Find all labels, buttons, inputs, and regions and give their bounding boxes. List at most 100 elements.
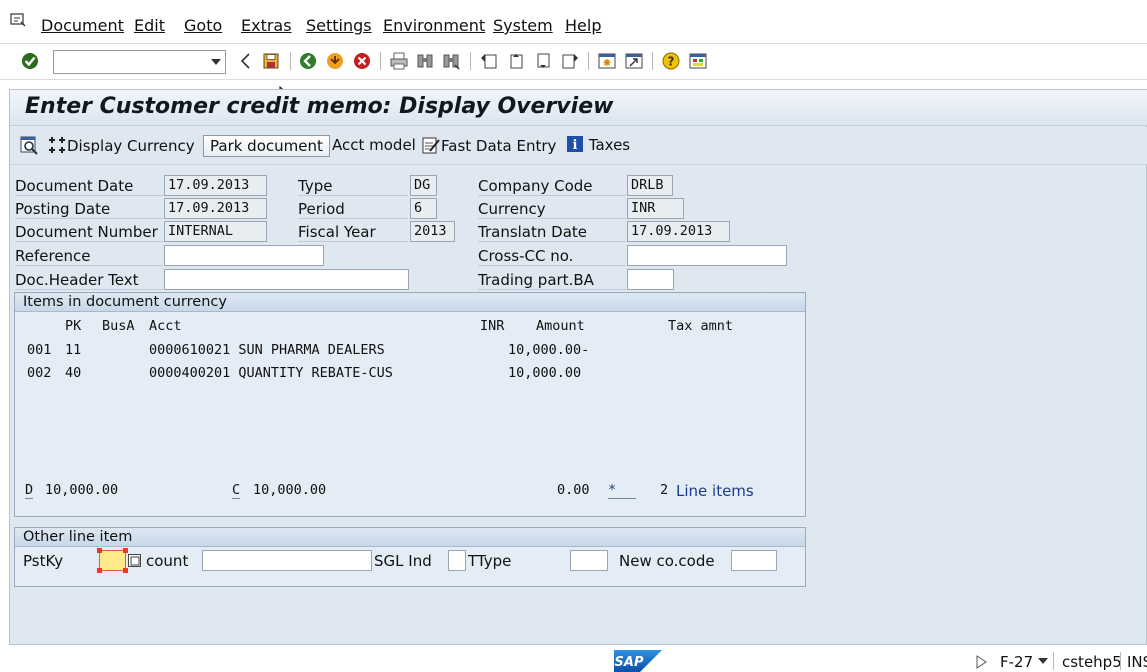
menu-environment[interactable]: Environment [383,16,485,35]
next-page-icon[interactable] [533,51,553,71]
find-icon[interactable] [415,51,435,71]
toolbar-separator [588,52,589,70]
chevron-down-icon[interactable] [1038,658,1048,664]
menu-document[interactable]: Document [41,16,124,35]
row-number[interactable]: 001 [27,342,51,358]
debit-total: 10,000.00 [45,482,119,498]
posting-date-field[interactable]: 17.09.2013 [164,198,267,219]
menu-goto[interactable]: Goto [184,16,222,35]
fast-data-entry-button[interactable]: Fast Data Entry [421,135,556,157]
doc-header-text-input[interactable] [164,269,409,290]
cross-cc-input[interactable] [627,245,787,266]
doc-header-text-label: Doc.Header Text [15,271,163,290]
svg-text:i: i [573,138,578,153]
document-number-label: Document Number [15,223,163,242]
print-icon[interactable] [389,51,409,71]
display-document-icon[interactable] [20,135,40,155]
sgl-ind-label: SGL Ind [374,552,432,570]
insert-mode: INS [1127,653,1147,671]
taxes-label: Taxes [588,136,631,154]
col-busa: BusA [102,318,135,334]
balance-value: 0.00 [557,482,590,498]
menu-system[interactable]: System [493,16,553,35]
find-next-icon[interactable] [441,51,461,71]
reference-label: Reference [15,247,163,266]
account-input[interactable] [202,550,372,571]
pstky-input[interactable] [99,550,126,571]
menu-edit[interactable]: Edit [134,16,165,35]
exit-icon[interactable] [325,51,345,71]
save-icon[interactable] [261,51,281,71]
command-field[interactable] [53,50,226,74]
park-document-button[interactable]: Park document [203,135,330,157]
server-name: cstehp5 [1062,653,1122,671]
chevron-down-icon[interactable] [211,59,221,65]
taxes-button[interactable]: i Taxes [566,135,630,157]
document-date-field[interactable]: 17.09.2013 [164,175,267,196]
period-label: Period [298,200,408,219]
col-acct: Acct [149,318,182,334]
currency-icon [49,137,65,153]
trading-part-label: Trading part.BA [478,271,626,290]
row-account[interactable]: 0000400201 QUANTITY REBATE-CUS [149,365,393,381]
new-co-code-input[interactable] [731,550,777,571]
shortcut-icon[interactable] [624,51,644,71]
system-menu-icon[interactable] [10,13,26,27]
play-arrow-icon[interactable] [975,655,987,669]
transaction-code[interactable]: F-27 [1000,653,1033,671]
col-currency: INR [480,318,505,334]
ttype-input[interactable] [570,550,608,571]
acct-model-button[interactable]: Acct model [332,135,416,157]
other-line-item-title: Other line item [15,528,805,547]
fiscal-year-label: Fiscal Year [298,223,408,242]
toolbar-separator [652,52,653,70]
display-currency-button[interactable]: Display Currency [47,135,195,157]
menu-settings[interactable]: Settings [306,16,372,35]
row-account[interactable]: 0000610021 SUN PHARMA DEALERS [149,342,385,358]
credit-total: 10,000.00 [253,482,327,498]
acct-model-label: Acct model [332,136,416,154]
help-icon[interactable]: ? [661,51,681,71]
value-help-icon[interactable] [127,553,143,569]
row-number[interactable]: 002 [27,365,51,381]
back-arrow-icon[interactable] [236,51,256,71]
reference-input[interactable] [164,245,324,266]
period-field[interactable]: 6 [410,198,437,219]
cancel-icon[interactable] [352,51,372,71]
selection-handle [97,548,102,553]
customize-layout-icon[interactable] [688,51,708,71]
status-separator [1120,652,1121,670]
menu-extras[interactable]: Extras [241,16,292,35]
debit-label: D [25,482,34,499]
col-amount: Amount [536,318,585,334]
last-page-icon[interactable] [560,51,580,71]
pstky-label: PstKy [23,552,64,570]
previous-page-icon[interactable] [506,51,526,71]
ttype-label: TType [468,552,512,570]
type-field[interactable]: DG [410,175,437,196]
company-code-field[interactable]: DRLB [627,175,673,196]
line-items-link[interactable]: Line items [676,482,754,500]
first-page-icon[interactable] [479,51,499,71]
document-number-field[interactable]: INTERNAL [164,221,267,242]
svg-text:SAP: SAP [615,655,644,670]
fiscal-year-field[interactable]: 2013 [410,221,455,242]
svg-text:?: ? [668,55,675,69]
trading-part-input[interactable] [627,269,674,290]
document-date-label: Document Date [15,177,163,196]
create-session-icon[interactable] [597,51,617,71]
status-separator [1053,652,1054,670]
row-amount: 10,000.00 [508,365,582,381]
page-title: Enter Customer credit memo: Display Over… [25,94,614,119]
items-group-title: Items in document currency [15,293,805,312]
currency-field[interactable]: INR [627,198,684,219]
enter-check-icon[interactable] [20,51,40,71]
translatn-date-field[interactable]: 17.09.2013 [627,221,730,242]
company-code-label: Company Code [478,177,626,196]
balance-flag: * [608,482,636,499]
line-items-count: 2 [660,482,669,498]
back-icon[interactable] [298,51,318,71]
sgl-ind-input[interactable] [448,550,466,571]
menu-help[interactable]: Help [565,16,601,35]
posting-date-label: Posting Date [15,200,163,219]
